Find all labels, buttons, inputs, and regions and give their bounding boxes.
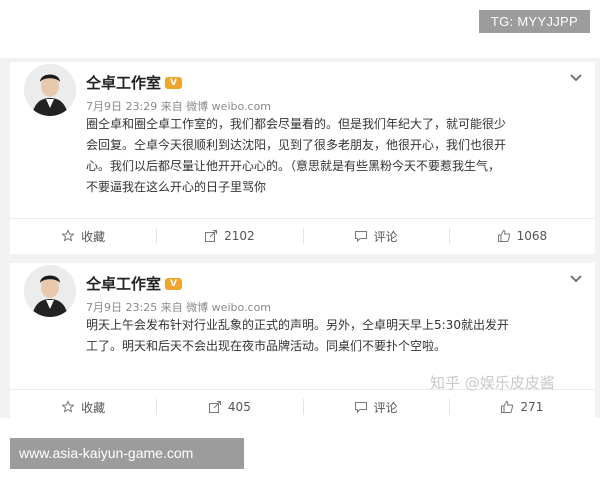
vip-badge-icon: V [165, 76, 183, 89]
comment-label: 评论 [373, 400, 398, 415]
favorite-button[interactable]: 收藏 [10, 390, 156, 424]
avatar[interactable] [24, 64, 76, 116]
weibo-post: 仝卓工作室 V 7月9日 23:25 来自 微博 weibo.com 明天上午会… [10, 263, 595, 418]
vip-badge-icon: V [165, 277, 183, 290]
like-count: 1068 [516, 229, 548, 243]
weibo-post: 仝卓工作室 V 7月9日 23:29 来自 微博 weibo.com 圈仝卓和圈… [10, 62, 595, 254]
author-name[interactable]: 仝卓工作室 [86, 273, 161, 294]
share-icon [205, 230, 218, 242]
favorite-button[interactable]: 收藏 [10, 219, 156, 253]
comment-button[interactable]: 评论 [302, 390, 449, 424]
post-text: 明天上午会发布针对行业乱象的正式的声明。另外，仝卓明天早上5:30就出发开 工了… [86, 315, 586, 357]
like-button[interactable]: 271 [448, 390, 595, 424]
repost-button[interactable]: 405 [156, 390, 302, 424]
chevron-down-icon[interactable] [567, 269, 585, 287]
post-text-line: 明天上午会发布针对行业乱象的正式的声明。另外，仝卓明天早上5:30就出发开 [86, 318, 509, 332]
author-name[interactable]: 仝卓工作室 [86, 72, 161, 93]
favorite-label: 收藏 [81, 229, 106, 244]
site-url-badge: www.asia-kaiyun-game.com [10, 438, 244, 469]
like-count: 271 [520, 400, 544, 414]
share-icon [208, 401, 221, 413]
repost-count: 2102 [224, 229, 255, 243]
post-text-line: 会回复。仝卓今天很顺利到达沈阳，见到了很多老朋友，他很开心，我们也很开 [86, 138, 507, 152]
comment-icon [354, 402, 367, 414]
avatar[interactable] [24, 265, 76, 317]
comment-icon [354, 231, 367, 243]
post-meta: 7月9日 23:25 来自 微博 weibo.com [86, 301, 272, 314]
comment-label: 评论 [373, 229, 398, 244]
post-text-line: 工了。明天和后天不会出现在夜市品牌活动。同桌们不要扑个空啦。 [86, 339, 447, 353]
post-text-line: 不要逼我在这么开心的日子里骂你 [86, 180, 267, 194]
repost-button[interactable]: 2102 [156, 219, 302, 253]
post-text: 圈仝卓和圈仝卓工作室的，我们都会尽量看的。但是我们年纪大了，就可能很少 会回复。… [86, 114, 586, 198]
favorite-label: 收藏 [81, 400, 106, 415]
like-button[interactable]: 1068 [448, 219, 595, 253]
comment-button[interactable]: 评论 [302, 219, 449, 253]
post-meta: 7月9日 23:29 来自 微博 weibo.com [86, 100, 272, 113]
repost-count: 405 [227, 400, 251, 414]
post-text-line: 圈仝卓和圈仝卓工作室的，我们都会尽量看的。但是我们年纪大了，就可能很少 [86, 117, 507, 131]
post-text-line: 心。我们以后都尽量让他开开心心的。（意思就是有些黑粉今天不要惹我生气， [86, 159, 501, 173]
weibo-feed: 仝卓工作室 V 7月9日 23:29 来自 微博 weibo.com 圈仝卓和圈… [0, 58, 600, 418]
post-actions: 收藏 2102 评论 1068 [10, 218, 595, 253]
chevron-down-icon[interactable] [567, 68, 585, 86]
watermark-text: 知乎 @娱乐皮皮酱 [430, 374, 555, 392]
post-actions: 收藏 405 评论 271 [10, 389, 595, 424]
star-icon [61, 400, 75, 413]
thumbs-up-icon [501, 400, 514, 413]
star-icon [61, 229, 75, 242]
thumbs-up-icon [497, 229, 510, 242]
tg-badge: TG: MYYJJPP [478, 10, 590, 33]
